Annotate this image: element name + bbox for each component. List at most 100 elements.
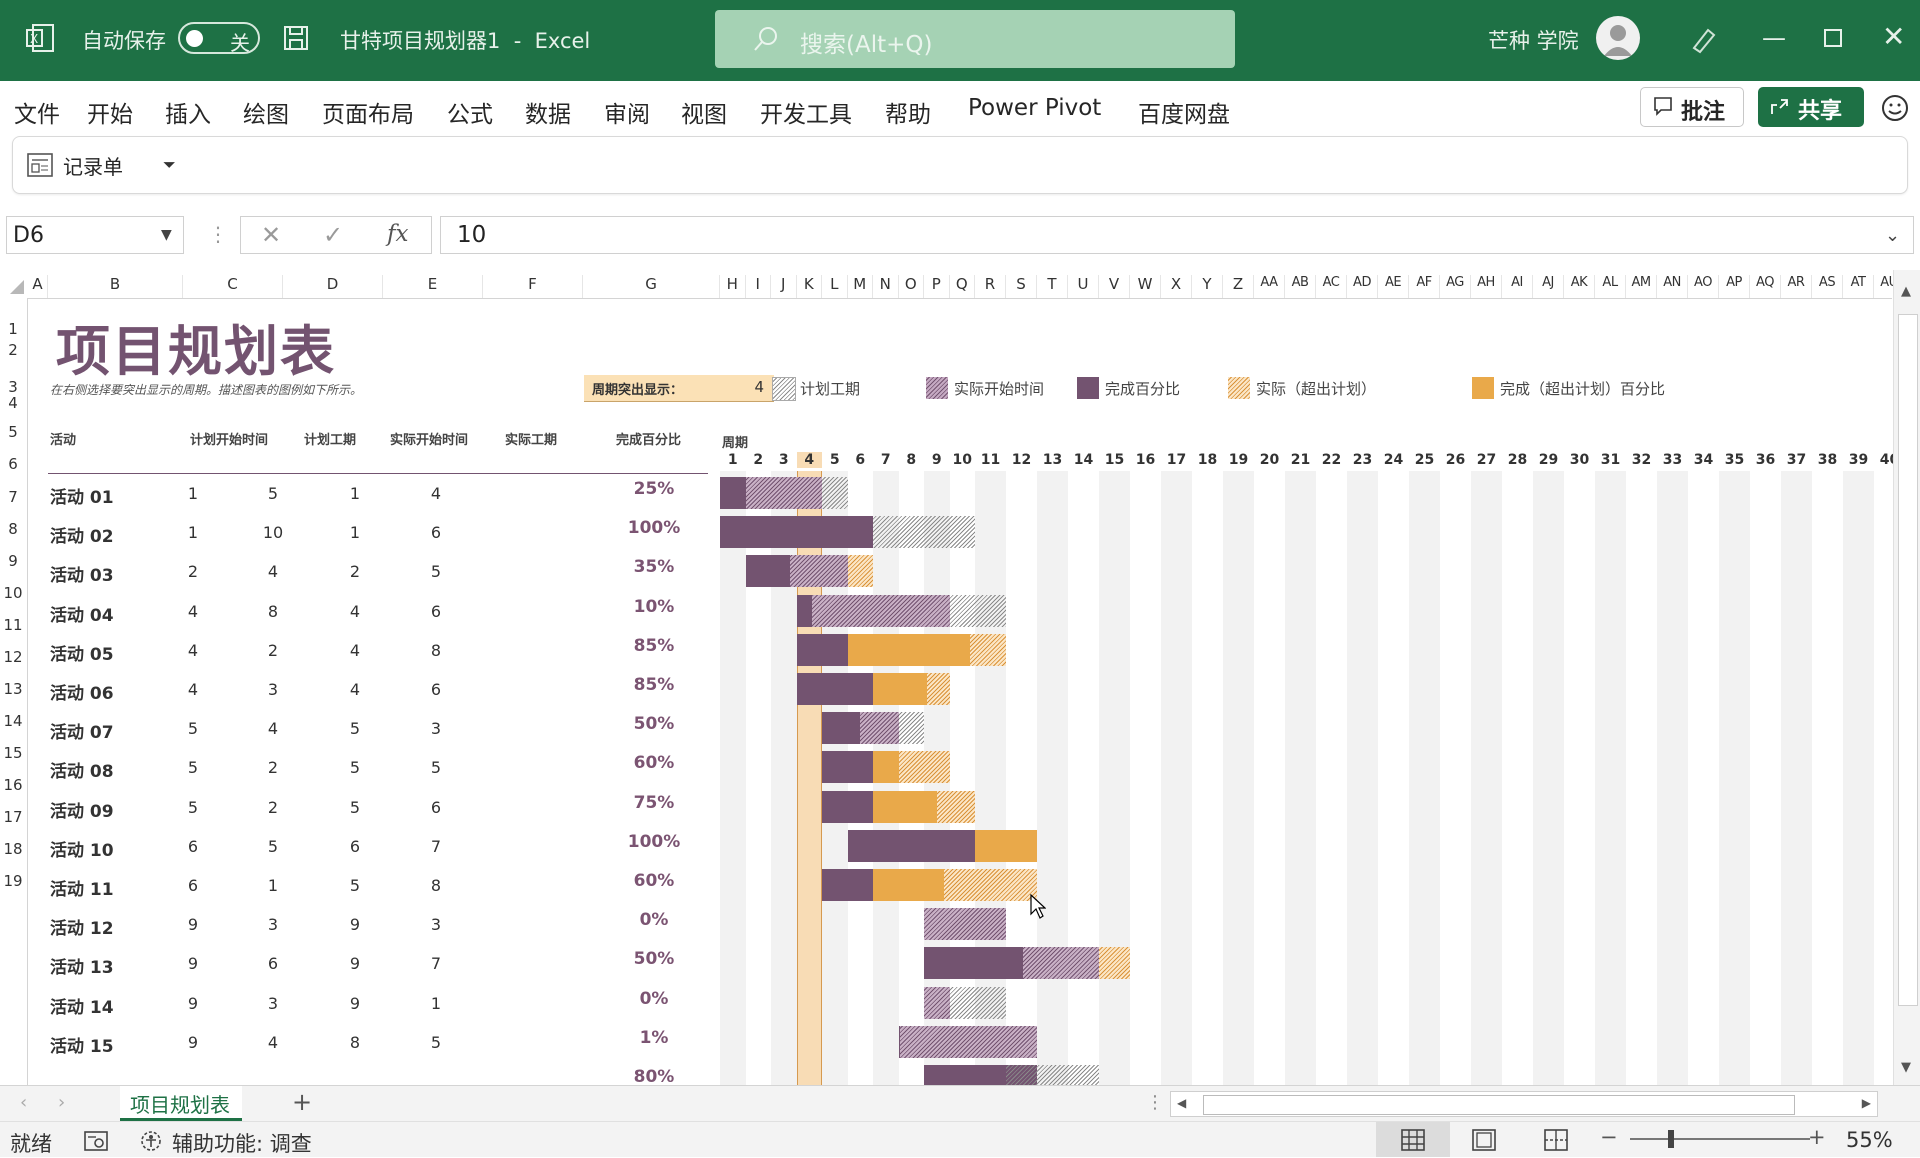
- table-row[interactable]: 活动 06 4 3 4 6 85%: [28, 675, 708, 705]
- table-row[interactable]: 活动 05 4 2 4 8 85%: [28, 636, 708, 666]
- cell-plan-start[interactable]: 5: [163, 758, 223, 777]
- cell-plan-duration[interactable]: 2: [243, 758, 303, 777]
- cell-actual-start[interactable]: 4: [325, 641, 385, 660]
- cell-actual-duration[interactable]: 8: [406, 641, 466, 660]
- cell-actual-duration[interactable]: 8: [406, 876, 466, 895]
- formula-bar-grip-icon[interactable]: ⋮: [208, 222, 228, 246]
- menu-developer[interactable]: 开发工具: [760, 95, 852, 129]
- activity-name[interactable]: 活动 07: [50, 718, 114, 743]
- cancel-entry-icon[interactable]: ✕: [261, 221, 281, 249]
- row-header[interactable]: 12: [0, 648, 26, 666]
- row-header[interactable]: 9: [0, 552, 26, 570]
- accessibility-status[interactable]: 辅助功能: 调查: [172, 1128, 312, 1158]
- cell-plan-start[interactable]: 4: [163, 680, 223, 699]
- column-header[interactable]: V: [1099, 275, 1130, 298]
- menu-home[interactable]: 开始: [87, 95, 133, 129]
- cell-actual-duration[interactable]: 5: [406, 562, 466, 581]
- cell-plan-start[interactable]: 9: [163, 954, 223, 973]
- cell-actual-start[interactable]: 2: [325, 562, 385, 581]
- maximize-icon[interactable]: [1824, 29, 1842, 47]
- menu-help[interactable]: 帮助: [885, 95, 931, 129]
- cell-actual-start[interactable]: 1: [325, 484, 385, 503]
- zoom-level[interactable]: 55%: [1846, 1128, 1893, 1152]
- table-row[interactable]: 活动 13 9 6 9 7 50%: [28, 949, 708, 979]
- cell-pct-complete[interactable]: 85%: [614, 675, 694, 695]
- cell-actual-start[interactable]: 5: [325, 876, 385, 895]
- cell-plan-duration[interactable]: 2: [243, 798, 303, 817]
- row-header[interactable]: 19: [0, 872, 26, 890]
- column-header[interactable]: C: [183, 275, 283, 298]
- insert-function-icon[interactable]: fx: [387, 221, 408, 247]
- activity-name[interactable]: 活动 03: [50, 561, 114, 586]
- column-header[interactable]: AR: [1781, 275, 1812, 298]
- column-header[interactable]: AA: [1254, 275, 1285, 298]
- cell-actual-start[interactable]: 5: [325, 719, 385, 738]
- table-row[interactable]: 活动 10 6 5 6 7 100%: [28, 832, 708, 862]
- row-header[interactable]: 6: [0, 455, 26, 473]
- menu-formulas[interactable]: 公式: [447, 95, 493, 129]
- cell-actual-duration[interactable]: 4: [406, 484, 466, 503]
- table-row[interactable]: 活动 09 5 2 5 6 75%: [28, 793, 708, 823]
- select-all-corner[interactable]: [10, 280, 24, 294]
- scroll-down-icon[interactable]: ▼: [1901, 1060, 1911, 1075]
- activity-name[interactable]: 活动 06: [50, 679, 114, 704]
- search-box[interactable]: 搜索(Alt+Q): [715, 10, 1235, 68]
- column-header[interactable]: N: [873, 275, 899, 298]
- vertical-scrollbar[interactable]: ▲ ▼: [1893, 270, 1920, 1085]
- scroll-right-icon[interactable]: ▶: [1862, 1096, 1871, 1110]
- row-header[interactable]: 16: [0, 776, 26, 794]
- name-box[interactable]: D6 ▼: [6, 216, 184, 254]
- menu-review[interactable]: 审阅: [604, 95, 650, 129]
- cell-actual-duration[interactable]: 3: [406, 719, 466, 738]
- cell-actual-duration[interactable]: 5: [406, 758, 466, 777]
- cell-pct-complete[interactable]: 100%: [614, 832, 694, 852]
- cell-pct-complete[interactable]: 35%: [614, 557, 694, 577]
- cell-pct-complete[interactable]: 10%: [614, 597, 694, 617]
- menu-baidu-netdisk[interactable]: 百度网盘: [1138, 95, 1230, 129]
- column-header[interactable]: AM: [1626, 275, 1657, 298]
- next-sheet-icon[interactable]: ›: [58, 1092, 65, 1113]
- cell-actual-duration[interactable]: 1: [406, 994, 466, 1013]
- column-header[interactable]: Z: [1223, 275, 1254, 298]
- cell-pct-complete[interactable]: 50%: [614, 714, 694, 734]
- cell-pct-complete[interactable]: 100%: [614, 518, 694, 538]
- cell-plan-duration[interactable]: 3: [243, 915, 303, 934]
- row-header[interactable]: 17: [0, 808, 26, 826]
- column-header[interactable]: E: [383, 275, 483, 298]
- cell-plan-duration[interactable]: 6: [243, 954, 303, 973]
- cell-pct-complete[interactable]: 25%: [614, 479, 694, 499]
- autosave-toggle[interactable]: 关: [178, 22, 260, 55]
- feedback-smiley-icon[interactable]: [1880, 93, 1910, 127]
- cell-plan-start[interactable]: 9: [163, 915, 223, 934]
- row-header[interactable]: 18: [0, 840, 26, 858]
- cell-actual-duration[interactable]: 7: [406, 954, 466, 973]
- cell-plan-start[interactable]: 9: [163, 994, 223, 1013]
- row-header[interactable]: 5: [0, 423, 26, 441]
- cell-actual-start[interactable]: 4: [325, 602, 385, 621]
- table-row[interactable]: 活动 07 5 4 5 3 50%: [28, 714, 708, 744]
- zoom-slider[interactable]: [1630, 1130, 1810, 1148]
- cell-plan-duration[interactable]: 4: [243, 562, 303, 581]
- cell-plan-start[interactable]: 4: [163, 602, 223, 621]
- close-icon[interactable]: ✕: [1882, 20, 1905, 53]
- cell-actual-duration[interactable]: 3: [406, 915, 466, 934]
- row-header[interactable]: 14: [0, 712, 26, 730]
- column-header[interactable]: AP: [1719, 275, 1750, 298]
- cell-actual-start[interactable]: 9: [325, 994, 385, 1013]
- sheet-tab-active[interactable]: 项目规划表: [120, 1086, 242, 1121]
- cell-plan-duration[interactable]: 8: [243, 602, 303, 621]
- column-header[interactable]: T: [1037, 275, 1068, 298]
- cell-actual-start[interactable]: 6: [325, 837, 385, 856]
- activity-name[interactable]: 活动 13: [50, 953, 114, 978]
- cell-pct-complete[interactable]: 75%: [614, 793, 694, 813]
- table-row[interactable]: 活动 14 9 3 9 1 0%: [28, 989, 708, 1019]
- column-header[interactable]: AQ: [1750, 275, 1781, 298]
- cell-plan-start[interactable]: 1: [163, 484, 223, 503]
- activity-name[interactable]: 活动 10: [50, 836, 114, 861]
- horizontal-scroll-thumb[interactable]: [1203, 1095, 1795, 1115]
- activity-name[interactable]: 活动 14: [50, 993, 114, 1018]
- row-header[interactable]: 8: [0, 520, 26, 538]
- column-header[interactable]: U: [1068, 275, 1099, 298]
- column-header[interactable]: J: [771, 275, 797, 298]
- column-header[interactable]: G: [583, 275, 720, 298]
